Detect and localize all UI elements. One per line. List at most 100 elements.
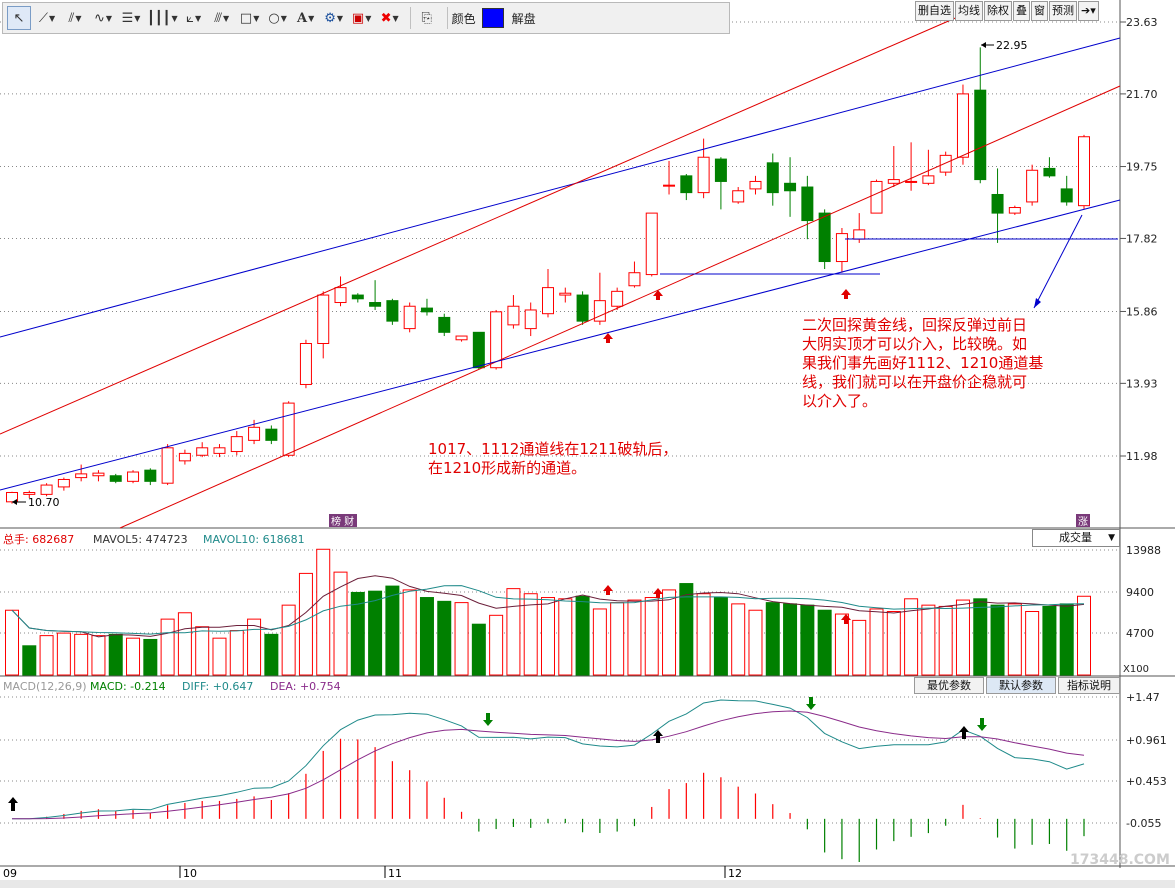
delete-tool[interactable]: ✖ ▼ bbox=[378, 6, 402, 30]
best-params-button[interactable]: 最优参数 bbox=[914, 677, 984, 694]
candle[interactable] bbox=[40, 483, 53, 497]
price-tick-label: 23.63 bbox=[1126, 16, 1158, 29]
volume-bar bbox=[955, 599, 970, 676]
text-tool[interactable]: A ▼ bbox=[294, 6, 318, 30]
annotation-line: 二次回探黄金线，回探反弹过前日 bbox=[802, 316, 1028, 334]
overlay-button[interactable]: 叠 bbox=[1013, 1, 1030, 21]
text-icon: A bbox=[297, 10, 308, 26]
candle[interactable] bbox=[870, 179, 883, 214]
ellipse-tool[interactable]: ○ ▼ bbox=[266, 6, 290, 30]
candle[interactable] bbox=[403, 302, 416, 333]
volume-bar bbox=[177, 612, 192, 676]
volume-bar bbox=[126, 637, 141, 676]
ellipse-icon: ○ bbox=[268, 10, 280, 26]
volume-bar bbox=[22, 645, 37, 676]
fan-icon: ⟀ bbox=[186, 10, 194, 26]
annotation-main: 二次回探黄金线，回探反弹过前日 大阴实顶才可以介入，比较晚。如 果我们事先画好1… bbox=[802, 316, 1102, 411]
indicator-select[interactable]: 成交量 ▼ bbox=[1032, 529, 1120, 547]
candle[interactable] bbox=[386, 298, 399, 325]
low-label: 10.70 bbox=[28, 496, 60, 509]
wave-tool[interactable]: ∿ ▼ bbox=[91, 6, 115, 30]
candle[interactable] bbox=[299, 339, 312, 389]
channel-tool[interactable]: ⫽ ▼ bbox=[63, 6, 87, 30]
delete-watchlist-button[interactable]: 删自选 bbox=[915, 1, 954, 21]
macd-tick-label: +0.453 bbox=[1126, 775, 1167, 788]
ma-button[interactable]: 均线 bbox=[955, 1, 983, 21]
cycle-tool[interactable]: ┃┃┃ ▼ bbox=[147, 6, 178, 30]
volume-bar bbox=[973, 598, 988, 676]
line-tool[interactable]: ⟋ ▼ bbox=[35, 6, 59, 30]
volume-bar bbox=[592, 608, 607, 676]
volume-bar bbox=[575, 595, 590, 676]
volume-bar bbox=[748, 609, 763, 676]
candle[interactable] bbox=[472, 331, 485, 370]
rect-tool[interactable]: □ ▼ bbox=[238, 6, 262, 30]
vol-mavol5: MAVOL5: 474723 bbox=[93, 533, 188, 546]
candle[interactable] bbox=[127, 470, 140, 484]
candle[interactable] bbox=[645, 212, 658, 277]
candle[interactable] bbox=[109, 473, 122, 484]
volume-bar bbox=[247, 618, 262, 676]
indicator-help-button[interactable]: 指标说明 bbox=[1058, 677, 1120, 694]
annotation-line: 1017、1112通道线在1211破轨后， bbox=[428, 440, 678, 458]
default-params-button[interactable]: 默认参数 bbox=[986, 677, 1056, 694]
candle[interactable] bbox=[1008, 205, 1021, 215]
candle[interactable] bbox=[1078, 134, 1090, 210]
candle[interactable] bbox=[1026, 164, 1039, 206]
volume-bar bbox=[800, 604, 815, 676]
right-toolbar: 删自选 均线 除权 叠 窗 预测 ➔▾ bbox=[915, 1, 1100, 21]
ex-rights-button[interactable]: 除权 bbox=[984, 1, 1012, 21]
volume-bar bbox=[783, 603, 798, 676]
volume-bar bbox=[437, 600, 452, 676]
cycle-icon: ┃┃┃ bbox=[147, 10, 171, 26]
annotation-line: 大阴实顶才可以介入，比较晚。如 bbox=[802, 335, 1028, 353]
gann-tool[interactable]: ⫻ ▼ bbox=[210, 6, 234, 30]
forecast-button[interactable]: 预测 bbox=[1049, 1, 1077, 21]
fib-tool[interactable]: ☰ ▼ bbox=[119, 6, 143, 30]
export-tool[interactable]: ⎘ bbox=[415, 6, 439, 30]
volume-bar bbox=[1025, 611, 1040, 676]
fan-tool[interactable]: ⟀ ▼ bbox=[182, 6, 206, 30]
mark-tool[interactable]: ▣ ▼ bbox=[350, 6, 374, 30]
chevron-down-icon: ▼ bbox=[1108, 533, 1115, 543]
volume-bar bbox=[108, 633, 123, 676]
settings-tool[interactable]: ⚙ ▼ bbox=[322, 6, 346, 30]
wave-icon: ∿ bbox=[93, 10, 105, 26]
candle[interactable] bbox=[576, 291, 589, 325]
volume-bar bbox=[160, 618, 175, 676]
volume-bar bbox=[489, 614, 504, 676]
volume-bar bbox=[558, 598, 573, 676]
macd-tick-label: -0.055 bbox=[1126, 817, 1161, 830]
price-tick-label: 13.93 bbox=[1126, 377, 1158, 390]
fib-icon: ☰ bbox=[121, 10, 134, 26]
vol-total: 总手: 682687 bbox=[3, 532, 74, 546]
volume-bar bbox=[91, 635, 106, 676]
candle[interactable] bbox=[438, 313, 451, 337]
news-badge-label: 榜 财 bbox=[331, 515, 354, 528]
macd-diff: DIFF: +0.647 bbox=[182, 680, 253, 693]
color-swatch[interactable] bbox=[481, 8, 504, 28]
volume-tick-label: 4700 bbox=[1126, 627, 1154, 640]
mark-icon: ▣ bbox=[351, 10, 365, 26]
unlock-button[interactable]: 解盘 bbox=[512, 10, 536, 27]
volume-bar bbox=[713, 597, 728, 676]
volume-bar bbox=[195, 626, 210, 676]
candle[interactable] bbox=[956, 84, 969, 165]
volume-bar bbox=[886, 611, 901, 676]
window-button[interactable]: 窗 bbox=[1031, 1, 1048, 21]
pointer-tool[interactable]: ↖ bbox=[7, 6, 31, 30]
candle[interactable] bbox=[161, 444, 174, 486]
volume-bar bbox=[921, 604, 936, 676]
volume-bar bbox=[852, 619, 867, 676]
candle[interactable] bbox=[939, 151, 952, 176]
annotation-line: 果我们事先画好1112、1210通道基 bbox=[802, 354, 1044, 372]
candle[interactable] bbox=[282, 401, 295, 458]
volume-bar bbox=[506, 588, 521, 676]
macd-name: MACD(12,26,9) bbox=[3, 680, 87, 693]
price-tick-label: 21.70 bbox=[1126, 88, 1158, 101]
volume-bar bbox=[143, 638, 158, 676]
volume-bar bbox=[1059, 603, 1074, 676]
volume-bar bbox=[1007, 603, 1022, 676]
month-label-0: 09 bbox=[3, 867, 17, 880]
exit-arrow-icon[interactable]: ➔▾ bbox=[1078, 1, 1099, 21]
